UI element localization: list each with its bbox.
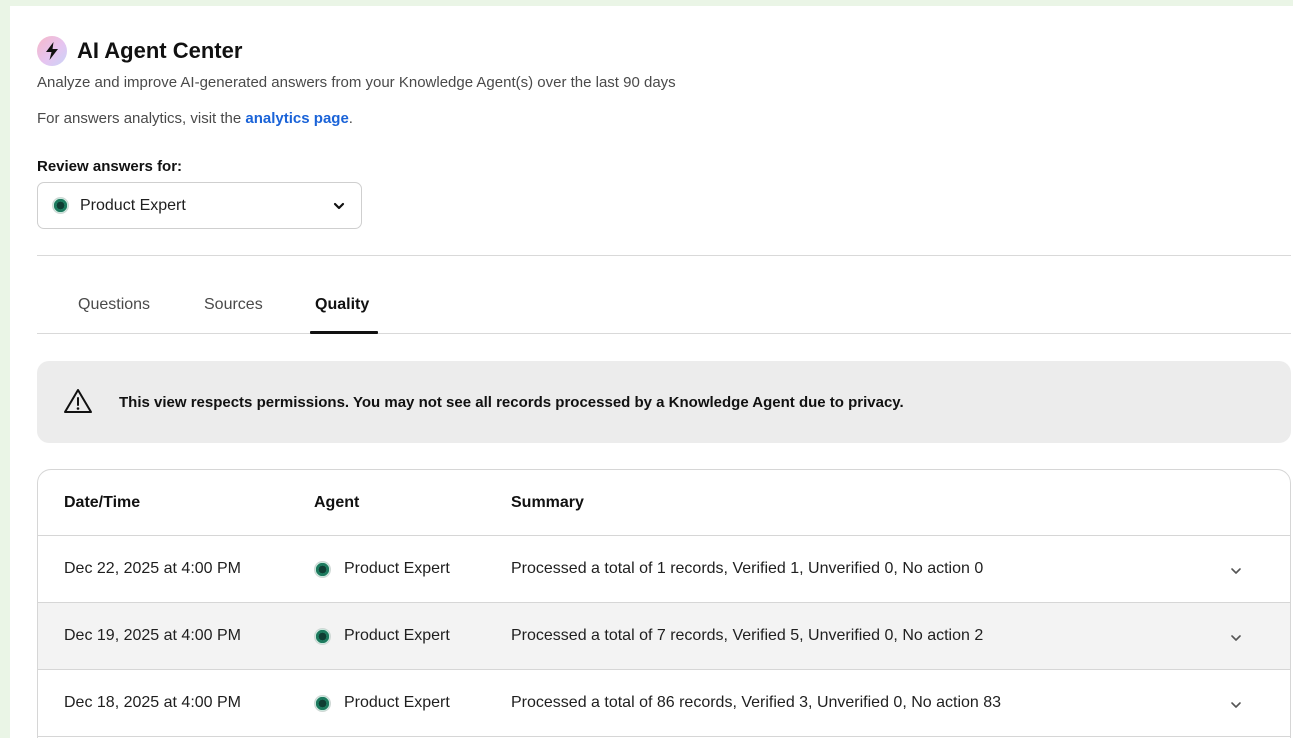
row-agent-name: Product Expert [344,694,450,711]
row-agent: Product Expert [314,627,450,645]
header: AI Agent Center [37,36,242,66]
column-header-summary[interactable]: Summary [511,494,584,512]
expand-chevron-icon[interactable] [1230,697,1242,715]
column-header-datetime[interactable]: Date/Time [64,494,140,512]
row-agent-name: Product Expert [344,560,450,577]
row-agent: Product Expert [314,694,450,712]
page: AI Agent Center Analyze and improve AI-g… [10,6,1293,738]
records-table: Date/Time Agent Summary Dec 22, 2025 at … [37,469,1291,738]
chevron-down-icon [333,199,345,217]
row-datetime: Dec 19, 2025 at 4:00 PM [64,627,241,644]
tab-sources[interactable]: Sources [204,296,263,326]
tab-quality[interactable]: Quality [315,296,369,326]
table-row[interactable]: Dec 22, 2025 at 4:00 PM Product Expert P… [38,536,1290,603]
notice-text: This view respects permissions. You may … [119,394,904,411]
agent-select[interactable]: Product Expert [37,182,362,229]
expand-chevron-icon[interactable] [1230,563,1242,581]
analytics-suffix: . [348,110,353,127]
agent-avatar [314,560,331,578]
agent-avatar [314,694,331,712]
row-summary: Processed a total of 86 records, Verifie… [511,694,1002,711]
row-summary: Processed a total of 7 records, Verified… [511,627,984,644]
row-datetime: Dec 22, 2025 at 4:00 PM [64,560,241,577]
expand-chevron-icon[interactable] [1230,630,1242,648]
agent-avatar [314,627,331,645]
warning-triangle-icon [63,388,93,419]
row-agent-name: Product Expert [344,627,450,644]
table-row[interactable]: Dec 18, 2025 at 4:00 PM Product Expert P… [38,670,1290,737]
analytics-page-link[interactable]: analytics page [245,110,348,127]
table-row[interactable]: Dec 19, 2025 at 4:00 PM Product Expert P… [38,603,1290,670]
page-title: AI Agent Center [77,38,243,63]
row-summary: Processed a total of 1 records, Verified… [511,560,984,577]
column-header-agent[interactable]: Agent [314,494,359,512]
agent-avatar [52,197,69,214]
lightning-icon [37,36,67,66]
tab-questions[interactable]: Questions [78,296,150,326]
analytics-prefix: For answers analytics, visit the [37,110,246,127]
analytics-note: For answers analytics, visit the analyti… [37,110,353,127]
review-answers-label: Review answers for: [37,158,183,175]
active-tab-indicator [310,331,378,334]
table-header: Date/Time Agent Summary [38,470,1290,536]
agent-select-value: Product Expert [80,196,186,214]
row-agent: Product Expert [314,560,450,578]
tab-bar: Questions Sources Quality [37,296,1291,334]
section-divider [37,255,1291,256]
permissions-notice: This view respects permissions. You may … [37,361,1291,443]
page-subtitle: Analyze and improve AI-generated answers… [37,74,676,91]
row-datetime: Dec 18, 2025 at 4:00 PM [64,694,241,711]
